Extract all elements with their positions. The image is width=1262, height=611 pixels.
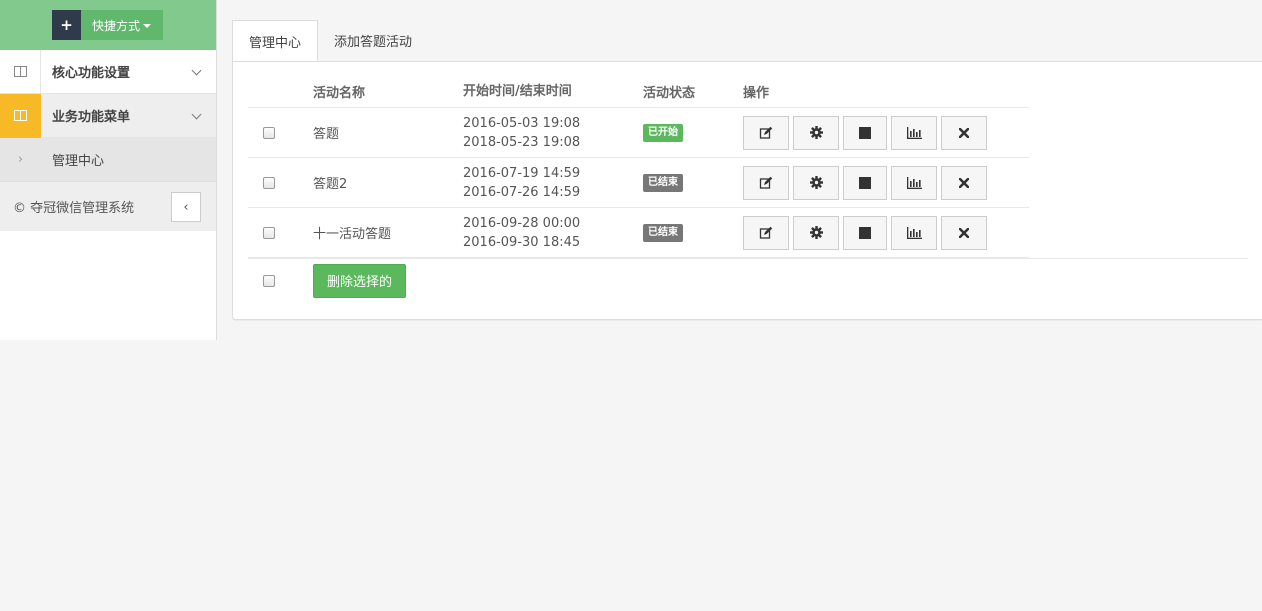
activity-name: 答题	[313, 127, 340, 142]
status-badge: 已开始	[643, 123, 683, 142]
gear-icon	[809, 226, 823, 239]
stop-icon	[859, 176, 871, 189]
shortcut-dropdown[interactable]: 快捷方式	[81, 10, 163, 40]
sidebar-item-core-settings[interactable]: 核心功能设置	[0, 49, 216, 94]
table-row: 十一活动答题 2016-09-28 00:00 2016-09-30 18:45…	[248, 208, 1029, 258]
stats-button[interactable]	[891, 115, 937, 150]
bulk-actions-row: 删除选择的	[248, 258, 1248, 302]
edit-icon	[759, 176, 773, 190]
edit-button[interactable]	[743, 115, 789, 150]
caret-down-icon	[143, 24, 152, 28]
table-row: 答题2 2016-07-19 14:59 2016-07-26 14:59 已结…	[248, 158, 1029, 208]
gear-icon	[809, 126, 823, 139]
settings-button[interactable]	[793, 115, 839, 150]
end-time: 2018-05-23 19:08	[463, 134, 581, 150]
settings-button[interactable]	[793, 165, 839, 200]
sidebar-subitem-label: 管理中心	[52, 154, 105, 169]
sidebar-item-label: 核心功能设置	[52, 66, 131, 81]
activity-time: 2016-09-28 00:00 2016-09-30 18:45	[463, 214, 643, 252]
content-panel: 活动名称 开始时间/结束时间 活动状态 操作 答题 2016-05-03 19:…	[232, 61, 1262, 320]
edit-icon	[759, 226, 773, 240]
plus-icon[interactable]: +	[52, 10, 81, 40]
start-time: 2016-07-19 14:59	[463, 165, 581, 181]
end-time: 2016-07-26 14:59	[463, 184, 581, 200]
delete-button[interactable]	[941, 165, 987, 200]
select-all-checkbox[interactable]	[263, 274, 275, 287]
delete-icon	[959, 127, 969, 138]
stop-icon	[859, 126, 871, 139]
edit-button[interactable]	[743, 165, 789, 200]
status-badge: 已结束	[643, 173, 683, 192]
row-checkbox[interactable]	[263, 226, 275, 239]
delete-icon	[959, 177, 969, 188]
delete-selected-button[interactable]: 删除选择的	[313, 263, 407, 298]
stop-button[interactable]	[843, 165, 887, 200]
header-name: 活动名称	[313, 86, 366, 101]
delete-icon	[959, 227, 969, 238]
stop-button[interactable]	[843, 215, 887, 250]
header-time: 开始时间/结束时间	[463, 84, 572, 99]
activity-name: 十一活动答题	[313, 227, 392, 242]
row-actions	[743, 115, 987, 150]
copyright-text: © 夺冠微信管理系统	[13, 201, 135, 216]
stats-button[interactable]	[891, 165, 937, 200]
row-actions	[743, 215, 987, 250]
collapse-sidebar-button[interactable]: ‹	[171, 192, 201, 222]
status-badge: 已结束	[643, 223, 683, 242]
activity-time: 2016-07-19 14:59 2016-07-26 14:59	[463, 164, 643, 202]
activity-time: 2016-05-03 19:08 2018-05-23 19:08	[463, 114, 643, 152]
stop-icon	[859, 226, 871, 239]
stats-button[interactable]	[891, 215, 937, 250]
row-checkbox[interactable]	[263, 176, 275, 189]
table-row: 答题 2016-05-03 19:08 2018-05-23 19:08 已开始	[248, 108, 1029, 158]
tab-management-center[interactable]: 管理中心	[232, 20, 319, 62]
row-checkbox[interactable]	[263, 126, 275, 139]
shortcut-button[interactable]: + 快捷方式	[52, 10, 163, 40]
columns-icon	[0, 93, 41, 138]
sidebar-subitem-management-center[interactable]: › 管理中心	[0, 138, 216, 182]
table-header: 活动名称 开始时间/结束时间 活动状态 操作	[248, 76, 1029, 108]
tab-add-quiz-activity[interactable]: 添加答题活动	[318, 20, 428, 61]
activity-name: 答题2	[313, 177, 348, 192]
chart-icon	[906, 176, 922, 189]
shortcut-label: 快捷方式	[92, 18, 141, 33]
gear-icon	[809, 176, 823, 189]
chart-icon	[906, 226, 922, 239]
tab-bar: 管理中心 添加答题活动	[232, 20, 428, 62]
columns-icon	[0, 49, 41, 94]
header-status: 活动状态	[643, 86, 696, 101]
sidebar-header: + 快捷方式	[0, 0, 216, 50]
chevron-right-icon: ›	[17, 152, 24, 167]
stop-button[interactable]	[843, 115, 887, 150]
sidebar: + 快捷方式 核心功能设置 业务功能菜单 › 管理中心 © 夺冠微信管理系统 ‹	[0, 0, 217, 340]
chart-icon	[906, 126, 922, 139]
sidebar-item-label: 业务功能菜单	[52, 110, 131, 125]
edit-button[interactable]	[743, 215, 789, 250]
end-time: 2016-09-30 18:45	[463, 234, 581, 250]
sidebar-footer: © 夺冠微信管理系统 ‹	[0, 182, 216, 231]
start-time: 2016-05-03 19:08	[463, 115, 581, 131]
row-actions	[743, 165, 987, 200]
delete-button[interactable]	[941, 215, 987, 250]
activity-table: 活动名称 开始时间/结束时间 活动状态 操作 答题 2016-05-03 19:…	[248, 76, 1029, 258]
start-time: 2016-09-28 00:00	[463, 215, 581, 231]
settings-button[interactable]	[793, 215, 839, 250]
sidebar-item-business-menu[interactable]: 业务功能菜单	[0, 93, 216, 138]
header-ops: 操作	[743, 86, 770, 101]
edit-icon	[759, 126, 773, 140]
delete-button[interactable]	[941, 115, 987, 150]
